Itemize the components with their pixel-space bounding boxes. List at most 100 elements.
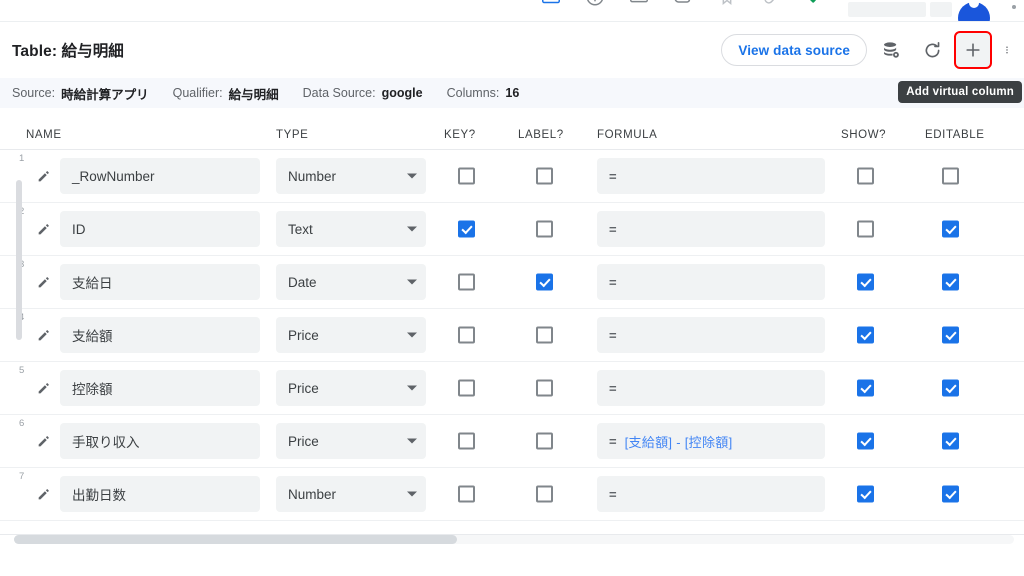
editable-checkbox[interactable] [942,432,959,450]
column-header-formula: FORMULA [597,129,658,141]
vertical-scrollbar-thumb[interactable] [16,180,22,340]
key-checkbox[interactable] [458,432,475,450]
table-row: 6 手取り収入 Price = [支給額] - [控除額] [0,415,1024,468]
database-settings-icon[interactable] [874,33,908,67]
column-type-value: Price [288,327,319,343]
show-checkbox[interactable] [857,432,874,450]
column-type-value: Date [288,274,317,290]
key-checkbox[interactable] [458,220,475,238]
editable-checkbox[interactable] [942,273,959,291]
data-source-label: Data Source: [302,86,376,100]
column-name-input[interactable]: 出勤日数 [60,476,260,512]
mail-icon[interactable] [540,0,562,8]
show-checkbox[interactable] [857,379,874,397]
formula-input[interactable]: = [支給額] - [控除額] [597,423,825,459]
label-checkbox[interactable] [536,432,553,450]
column-type-select[interactable]: Price [276,317,426,353]
column-name-input[interactable]: 控除額 [60,370,260,406]
qualifier-info-item: Qualifier: 給与明細 [173,84,279,103]
formula-input[interactable]: = [597,158,825,194]
column-name-value: 控除額 [72,382,113,397]
grid-rows: 1_RowNumberNumber=2IDText=3支給日Date=4支給額P… [0,150,1024,521]
formula-input[interactable]: = [597,264,825,300]
overflow-dot-icon[interactable] [1012,5,1016,9]
table-row: 4支給額Price= [0,309,1024,362]
editable-checkbox[interactable] [942,379,959,397]
source-info-item: Source: 時給計算アプリ [12,84,149,103]
label-checkbox[interactable] [536,167,553,185]
show-checkbox[interactable] [857,273,874,291]
editable-checkbox[interactable] [942,167,959,185]
key-checkbox[interactable] [458,379,475,397]
row-number: 5 [19,365,25,376]
column-type-select[interactable]: Number [276,476,426,512]
kebab-menu-icon[interactable] [996,33,1018,67]
edit-pencil-icon[interactable] [36,327,52,343]
formula-expression: [支給額] - [控除額] [624,434,733,450]
horizontal-scrollbar-thumb[interactable] [14,535,457,544]
tooltip: Add virtual column [898,81,1022,103]
editable-checkbox[interactable] [942,220,959,238]
data-source-info-item: Data Source: google [303,86,423,100]
info-icon[interactable] [584,0,606,8]
show-checkbox[interactable] [857,167,874,185]
view-data-source-button[interactable]: View data source [721,34,867,66]
editable-checkbox[interactable] [942,326,959,344]
edit-pencil-icon[interactable] [36,274,52,290]
column-type-select[interactable]: Number [276,158,426,194]
column-type-select[interactable]: Date [276,264,426,300]
edit-pencil-icon[interactable] [36,221,52,237]
label-checkbox[interactable] [536,273,553,291]
chevron-down-icon [407,226,417,232]
cloud-icon[interactable] [672,0,694,8]
label-checkbox[interactable] [536,485,553,503]
chevron-down-icon [407,279,417,285]
column-type-value: Number [288,486,337,502]
key-checkbox[interactable] [458,167,475,185]
column-name-input[interactable]: 支給額 [60,317,260,353]
checkmark-icon[interactable] [804,0,826,8]
edit-pencil-icon[interactable] [36,168,52,184]
label-checkbox[interactable] [536,220,553,238]
editable-checkbox[interactable] [942,485,959,503]
row-number: 6 [19,418,25,429]
keyboard-icon[interactable] [628,0,650,8]
avatar[interactable] [958,0,990,22]
key-checkbox[interactable] [458,326,475,344]
formula-input[interactable]: = [597,476,825,512]
column-type-select[interactable]: Price [276,370,426,406]
formula-equals-sign: = [609,327,617,343]
column-name-value: 出勤日数 [72,488,126,503]
show-checkbox[interactable] [857,485,874,503]
refresh-icon[interactable] [915,33,949,67]
source-info-bar: Source: 時給計算アプリ Qualifier: 給与明細 Data Sou… [0,78,1024,108]
key-checkbox[interactable] [458,485,475,503]
column-name-input[interactable]: 手取り収入 [60,423,260,459]
edit-pencil-icon[interactable] [36,380,52,396]
formula-input[interactable]: = [597,317,825,353]
column-name-input[interactable]: ID [60,211,260,247]
label-checkbox[interactable] [536,326,553,344]
show-checkbox[interactable] [857,220,874,238]
column-type-select[interactable]: Price [276,423,426,459]
add-virtual-column-button[interactable] [954,31,992,69]
column-header-show: SHOW? [841,129,887,141]
columns-label: Columns: [446,86,500,100]
label-checkbox[interactable] [536,379,553,397]
bookmark-icon[interactable] [716,0,738,8]
show-checkbox[interactable] [857,326,874,344]
columns-info-item: Columns: 16 [447,86,520,100]
edit-pencil-icon[interactable] [36,433,52,449]
column-name-input[interactable]: 支給日 [60,264,260,300]
edit-pencil-icon[interactable] [36,486,52,502]
browser-toolbar-strip [0,0,1024,22]
table-row: 1 _RowNumber Number = [0,150,1024,203]
column-type-select[interactable]: Text [276,211,426,247]
key-checkbox[interactable] [458,273,475,291]
column-header-key: KEY? [444,129,476,141]
formula-input[interactable]: = [597,211,825,247]
formula-input[interactable]: = [597,370,825,406]
column-name-input[interactable]: _RowNumber [60,158,260,194]
link-icon[interactable] [760,0,782,8]
column-name-value: _RowNumber [72,168,155,184]
